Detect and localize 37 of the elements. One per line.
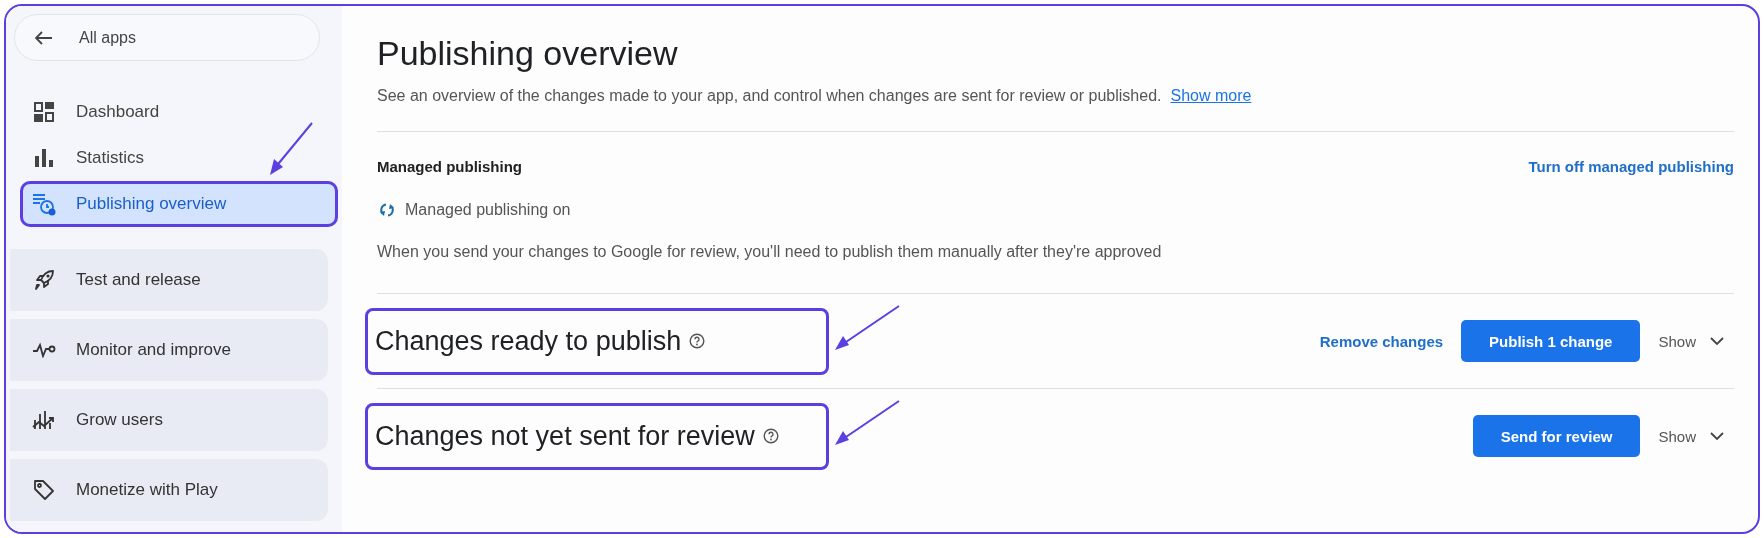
- tag-icon: [32, 479, 56, 501]
- nav-item[interactable]: Monitor and improve: [10, 319, 328, 381]
- nav-item[interactable]: Monetize with Play: [10, 459, 328, 521]
- help-icon[interactable]: [762, 428, 779, 444]
- chevron-down-icon: [1710, 336, 1724, 346]
- nav-item[interactable]: Grow users: [10, 389, 328, 451]
- section-title: Changes not yet sent for review: [365, 402, 829, 470]
- nav-item[interactable]: Publishing overview: [20, 181, 338, 227]
- growth-chart-icon: [32, 409, 56, 431]
- primary-button[interactable]: Publish 1 change: [1461, 320, 1641, 362]
- nav-item[interactable]: Test and release: [10, 249, 328, 311]
- show-more-link[interactable]: Show more: [1170, 87, 1252, 104]
- annotation-arrow: [833, 303, 901, 352]
- rocket-icon: [32, 269, 56, 291]
- page-description: See an overview of the changes made to your app, and control when changes are sent for review or published. Show more: [377, 87, 1253, 105]
- nav-item[interactable]: Statistics: [6, 135, 328, 181]
- bar-chart-icon: [32, 148, 56, 168]
- remove-changes-link[interactable]: Remove changes: [1319, 332, 1444, 350]
- managed-publishing-note: When you send your changes to Google for review, you'll need to publish them manually after they're approved: [377, 243, 1163, 261]
- dashboard-icon: [32, 101, 56, 123]
- status-text: Managed publishing on: [405, 201, 571, 219]
- back-arrow-icon: [35, 30, 53, 45]
- pulse-icon: [32, 342, 56, 358]
- section-title: Changes ready to publish: [365, 307, 829, 375]
- primary-button[interactable]: Send for review: [1472, 415, 1641, 457]
- turn-off-managed-publishing-link[interactable]: Turn off managed publishing: [1528, 158, 1734, 175]
- help-icon[interactable]: [689, 333, 706, 349]
- nav-item[interactable]: Dashboard: [6, 89, 328, 135]
- annotation-arrow: [268, 121, 314, 177]
- page-title: Publishing overview: [377, 34, 679, 73]
- annotation-arrow: [833, 398, 901, 447]
- show-toggle[interactable]: Show: [1658, 332, 1734, 350]
- all-apps-button[interactable]: All apps: [14, 14, 320, 61]
- show-toggle[interactable]: Show: [1658, 427, 1734, 445]
- section-heading: Managed publishing: [377, 158, 522, 175]
- list-clock-icon: [32, 192, 56, 216]
- chevron-down-icon: [1710, 431, 1724, 441]
